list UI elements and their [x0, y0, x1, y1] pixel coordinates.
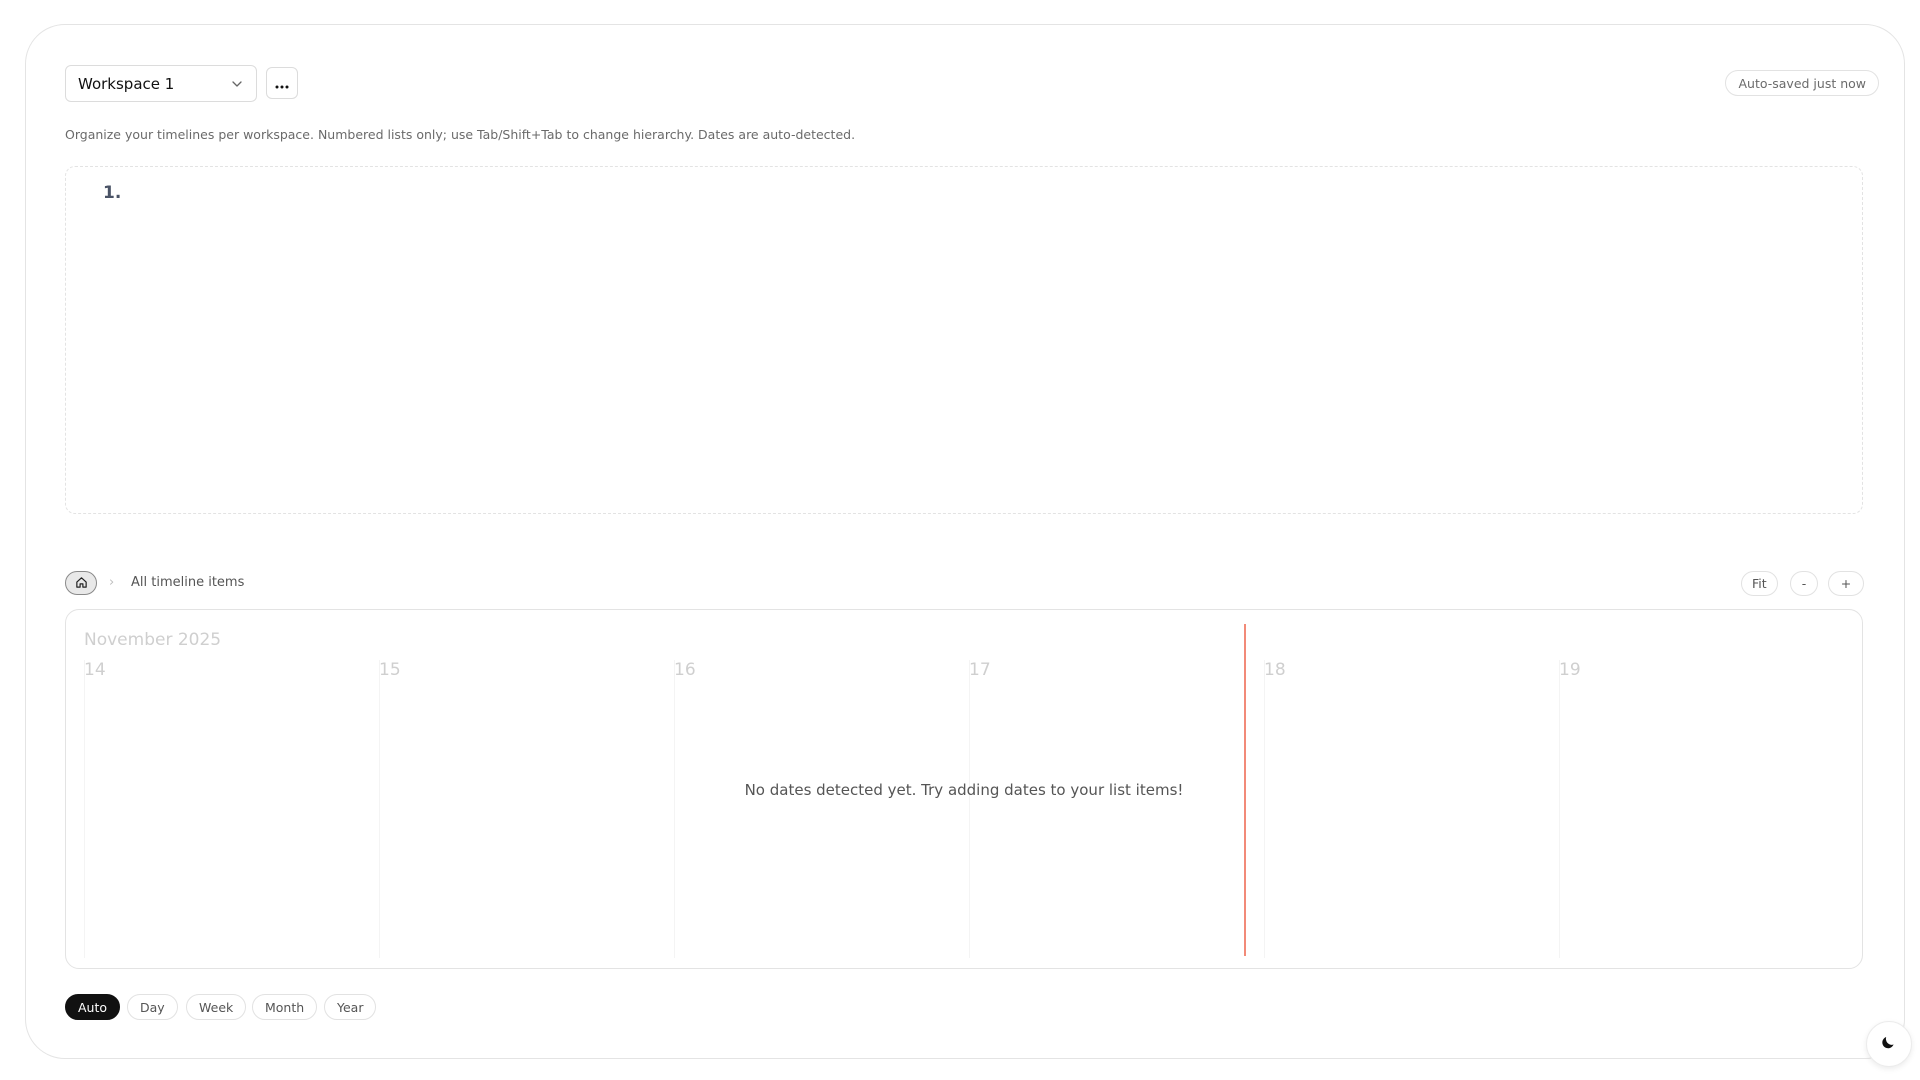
home-button[interactable]	[65, 571, 97, 595]
timeline-month-label: November 2025	[84, 630, 222, 650]
zoom-fit-button[interactable]: Fit	[1741, 571, 1778, 596]
timeline-day-column	[1559, 660, 1560, 958]
scale-week-button[interactable]: Week	[186, 994, 247, 1020]
ellipsis-icon	[275, 74, 289, 93]
workspace-more-button[interactable]	[266, 67, 298, 99]
zoom-out-button[interactable]: -	[1790, 571, 1818, 596]
home-icon	[75, 574, 88, 593]
timeline-day-column	[1264, 660, 1265, 958]
timeline-empty-message: No dates detected yet. Try adding dates …	[744, 781, 1184, 799]
timeline-day-label: 15	[379, 660, 401, 680]
scale-auto-button[interactable]: Auto	[65, 994, 121, 1020]
timeline-day-label: 17	[969, 660, 991, 680]
timeline-day-label: 16	[674, 660, 696, 680]
autosave-status-badge: Auto-saved just now	[1725, 70, 1879, 96]
timeline-day-label: 19	[1559, 660, 1581, 680]
workspace-select[interactable]: Workspace 1	[65, 65, 257, 102]
timeline-day-column	[969, 660, 970, 958]
timeline-day-column	[84, 660, 85, 958]
timeline-day-label: 14	[84, 660, 106, 680]
scale-year-button[interactable]: Year	[324, 994, 377, 1020]
timeline-day-column	[674, 660, 675, 958]
list-editor[interactable]: 1.	[65, 166, 1863, 514]
breadcrumb-separator: ›	[109, 575, 115, 590]
help-text: Organize your timelines per workspace. N…	[65, 127, 856, 142]
timeline-day-column	[379, 660, 380, 958]
timeline-day-label: 18	[1264, 660, 1286, 680]
timeline-panel[interactable]: November 2025 14 15 16 17 18 19 No dates…	[65, 609, 1863, 969]
scale-month-button[interactable]: Month	[252, 994, 318, 1020]
scale-day-button[interactable]: Day	[127, 994, 178, 1020]
workspace-select-value: Workspace 1	[78, 74, 175, 93]
chevron-down-icon	[230, 77, 244, 91]
breadcrumb-current[interactable]: All timeline items	[131, 575, 244, 590]
list-marker: 1.	[103, 183, 122, 203]
moon-icon	[1881, 1034, 1897, 1054]
zoom-in-button[interactable]: +	[1828, 571, 1864, 596]
theme-toggle-button[interactable]	[1866, 1021, 1912, 1067]
